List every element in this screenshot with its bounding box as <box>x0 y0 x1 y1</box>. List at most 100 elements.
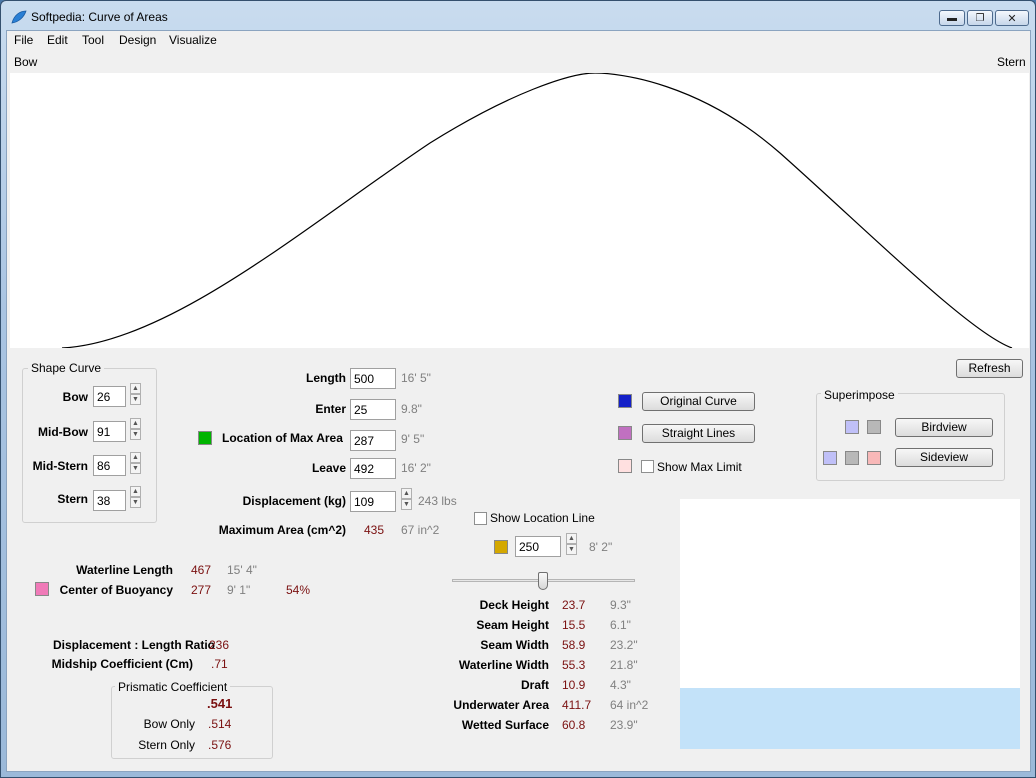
curve-of-areas-graph[interactable] <box>10 72 1029 349</box>
spin-up-icon[interactable]: ▲ <box>130 486 141 497</box>
minimize-button[interactable]: ▬ <box>939 10 965 26</box>
original-curve-color-swatch[interactable] <box>618 394 632 408</box>
midship-coefficient-label: Midship Coefficient (Cm) <box>51 657 193 671</box>
displacement-label: Displacement (kg) <box>242 494 346 508</box>
measurement-label: Wetted Surface <box>461 718 549 732</box>
max-limit-color-swatch[interactable] <box>618 459 632 473</box>
menu-file[interactable]: File <box>14 33 33 47</box>
stern-stepper[interactable]: ▲ ▼ <box>130 486 141 508</box>
location-line-color-swatch[interactable] <box>494 540 508 554</box>
measurement-label: Underwater Area <box>453 698 549 712</box>
show-max-limit-checkbox[interactable] <box>641 460 654 473</box>
mid-bow-stepper[interactable]: ▲ ▼ <box>130 418 141 440</box>
measurement-label: Deck Height <box>479 598 549 612</box>
superimpose-title: Superimpose <box>821 388 898 402</box>
area-curve-line <box>61 72 1013 349</box>
enter-input[interactable] <box>350 399 396 420</box>
show-location-line-label: Show Location Line <box>490 511 595 525</box>
measurement-imperial: 9.3" <box>610 598 631 612</box>
location-line-imperial: 8' 2" <box>589 540 613 554</box>
location-line-input[interactable] <box>515 536 561 557</box>
disp-length-ratio-label: Displacement : Length Ratio <box>52 638 215 652</box>
spin-up-icon[interactable]: ▲ <box>566 533 577 544</box>
mid-stern-stepper[interactable]: ▲ ▼ <box>130 452 141 474</box>
stern-input[interactable] <box>93 490 126 511</box>
measurement-label: Seam Height <box>476 618 549 632</box>
mid-stern-input[interactable] <box>93 455 126 476</box>
show-max-limit-label: Show Max Limit <box>657 460 742 474</box>
location-slider-thumb[interactable] <box>538 572 548 590</box>
minimize-icon: ▬ <box>947 12 957 24</box>
leave-label: Leave <box>311 461 346 475</box>
menu-edit[interactable]: Edit <box>47 33 68 47</box>
displacement-stepper[interactable]: ▲ ▼ <box>401 488 412 510</box>
measurement-label: Waterline Width <box>458 658 549 672</box>
prismatic-bow-value: .514 <box>208 717 232 731</box>
measurement-value: 60.8 <box>562 718 586 732</box>
measurement-imperial: 4.3" <box>610 678 631 692</box>
spin-up-icon[interactable]: ▲ <box>401 488 412 499</box>
prismatic-bow-label: Bow Only <box>143 717 195 731</box>
displacement-input[interactable] <box>350 491 396 512</box>
prismatic-title: Prismatic Coefficient <box>115 680 231 694</box>
app-window: Softpedia: Curve of Areas ▬ ❐ ✕ File Edi… <box>0 0 1036 778</box>
enter-imperial: 9.8" <box>401 402 422 416</box>
straight-lines-button[interactable]: Straight Lines <box>642 424 755 443</box>
enter-label: Enter <box>315 402 346 416</box>
max-area-imperial: 67 in^2 <box>401 523 440 537</box>
mid-stern-label: Mid-Stern <box>32 459 88 473</box>
spin-down-icon[interactable]: ▼ <box>566 544 577 555</box>
bow-label: Bow <box>62 390 88 404</box>
maximize-button[interactable]: ❐ <box>967 10 993 26</box>
birdview-button[interactable]: Birdview <box>895 418 993 437</box>
measurement-value: 23.7 <box>562 598 586 612</box>
mid-bow-input[interactable] <box>93 421 126 442</box>
spin-up-icon[interactable]: ▲ <box>130 383 141 394</box>
sideview-color-swatch-3[interactable] <box>867 451 881 465</box>
bow-input[interactable] <box>93 386 126 407</box>
bow-stepper[interactable]: ▲ ▼ <box>130 383 141 405</box>
leave-input[interactable] <box>350 458 396 479</box>
max-area-color-swatch[interactable] <box>198 431 212 445</box>
menu-bar: File Edit Tool Design Visualize <box>7 31 1030 50</box>
menu-tool[interactable]: Tool <box>82 33 104 47</box>
center-of-buoyancy-label: Center of Buoyancy <box>59 583 173 597</box>
spin-down-icon[interactable]: ▼ <box>130 394 141 405</box>
stern-end-label: Stern <box>997 55 1026 69</box>
superimpose-group <box>816 393 1005 481</box>
mid-bow-label: Mid-Bow <box>38 425 88 439</box>
window-title: Softpedia: Curve of Areas <box>31 10 168 24</box>
measurement-imperial: 21.8" <box>610 658 638 672</box>
refresh-button[interactable]: Refresh <box>956 359 1023 378</box>
displacement-imperial: 243 lbs <box>418 494 457 508</box>
location-line-stepper[interactable]: ▲ ▼ <box>566 533 577 555</box>
show-location-line-checkbox[interactable] <box>474 512 487 525</box>
menu-visualize[interactable]: Visualize <box>169 33 217 47</box>
spin-up-icon[interactable]: ▲ <box>130 418 141 429</box>
center-of-buoyancy-percent: 54% <box>286 583 311 597</box>
birdview-color-swatch-2[interactable] <box>867 420 881 434</box>
original-curve-button[interactable]: Original Curve <box>642 392 755 411</box>
measurement-value: 15.5 <box>562 618 586 632</box>
spin-down-icon[interactable]: ▼ <box>130 497 141 508</box>
max-area-label: Maximum Area (cm^2) <box>218 523 346 537</box>
menu-design[interactable]: Design <box>119 33 156 47</box>
center-of-buoyancy-value: 277 <box>191 583 212 597</box>
measurement-value: 58.9 <box>562 638 586 652</box>
close-button[interactable]: ✕ <box>995 10 1029 26</box>
sideview-color-swatch-1[interactable] <box>823 451 837 465</box>
spin-down-icon[interactable]: ▼ <box>401 499 412 510</box>
max-area-location-input[interactable] <box>350 430 396 451</box>
straight-lines-color-swatch[interactable] <box>618 426 632 440</box>
length-input[interactable] <box>350 368 396 389</box>
birdview-color-swatch-1[interactable] <box>845 420 859 434</box>
spin-down-icon[interactable]: ▼ <box>130 463 141 474</box>
spin-up-icon[interactable]: ▲ <box>130 452 141 463</box>
length-imperial: 16' 5" <box>401 371 431 385</box>
spin-down-icon[interactable]: ▼ <box>130 429 141 440</box>
title-bar[interactable]: Softpedia: Curve of Areas ▬ ❐ ✕ <box>1 1 1035 31</box>
stern-label: Stern <box>57 492 88 506</box>
midship-coefficient-value: .71 <box>211 657 228 671</box>
sideview-button[interactable]: Sideview <box>895 448 993 467</box>
sideview-color-swatch-2[interactable] <box>845 451 859 465</box>
